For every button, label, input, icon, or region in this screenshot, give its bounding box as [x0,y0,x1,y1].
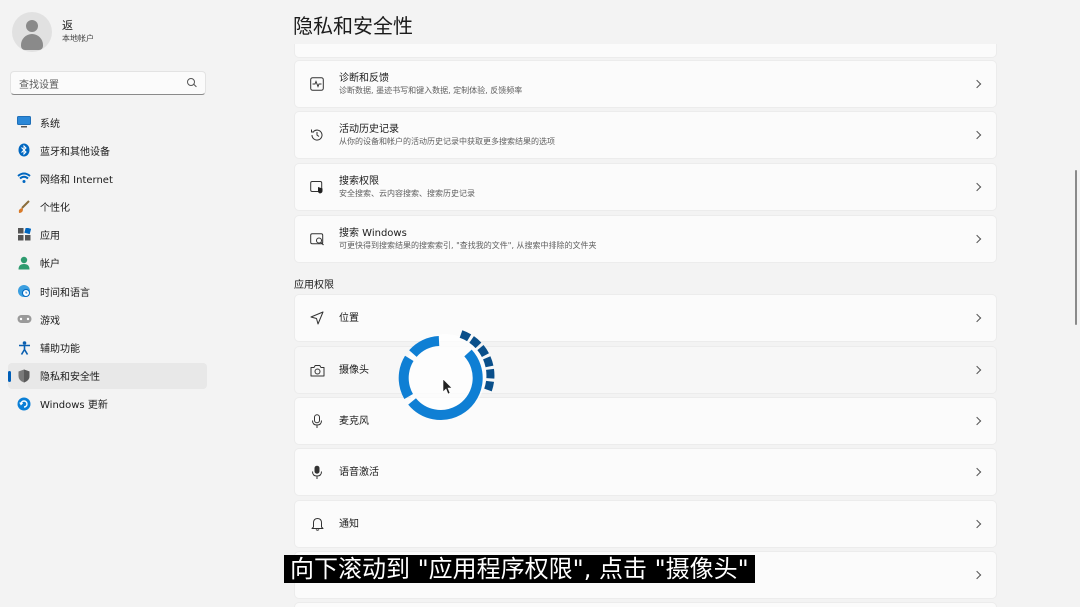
sidebar-item-system[interactable]: 系统 [8,109,207,135]
sidebar-item-gaming[interactable]: 游戏 [8,306,207,332]
settings-card-diagnostics[interactable]: 诊断和反馈 诊断数据, 墨迹书写和键入数据, 定制体验, 反馈频率 [294,60,997,108]
accessibility-icon [16,340,32,356]
location-icon [299,311,335,325]
sidebar-item-apps[interactable]: 应用 [8,222,207,248]
chevron-right-icon [972,416,982,426]
monitor-icon [16,114,32,130]
update-icon [16,396,32,412]
card-subtitle: 诊断数据, 墨迹书写和键入数据, 定制体验, 反馈频率 [339,85,523,95]
chevron-right-icon [972,79,982,89]
sidebar-item-label: 个性化 [40,203,70,215]
card-title: 搜索 Windows [339,227,407,239]
search-permission-icon [299,180,335,194]
sidebar-item-bluetooth[interactable]: 蓝牙和其他设备 [8,137,207,163]
user-account-type: 本地帐户 [62,34,94,43]
wifi-icon [16,170,32,186]
history-icon [299,128,335,142]
card-title: 诊断和反馈 [339,72,389,84]
scrollbar[interactable] [1075,170,1077,325]
bell-icon [299,517,335,531]
settings-card-notifications[interactable]: 通知 [294,500,997,548]
sidebar-item-privacy[interactable]: 隐私和安全性 [8,362,207,389]
sidebar-item-label: 辅助功能 [40,344,80,355]
search-windows-icon [299,232,335,246]
shield-icon [16,368,32,384]
settings-card-partial[interactable] [294,44,997,58]
sidebar-item-label: 应用 [40,231,60,243]
sidebar-nav: 系统 蓝牙和其他设备 网络和 Internet 个性化 应用 帐户 时间和语言 … [0,109,215,419]
page-title: 隐私和安全性 [293,14,413,38]
chevron-right-icon [972,313,982,323]
avatar [12,12,52,52]
sidebar-item-label: Windows 更新 [40,400,108,412]
diagnostics-icon [299,77,335,91]
person-icon [16,255,32,271]
card-title: 语音激活 [339,466,379,478]
sidebar-item-label: 时间和语言 [40,287,90,299]
search-input[interactable]: 查找设置 [10,71,206,95]
sidebar-item-update[interactable]: Windows 更新 [8,391,207,417]
card-title: 通知 [339,518,359,530]
chevron-right-icon [972,519,982,529]
user-profile[interactable]: 返 本地帐户 [12,12,94,52]
sidebar-item-personalization[interactable]: 个性化 [8,194,207,220]
chevron-right-icon [972,234,982,244]
search-icon [187,78,197,88]
settings-card-search-windows[interactable]: 搜索 Windows 可更快得到搜索结果的搜索索引, "查找我的文件", 从搜索… [294,215,997,263]
globe-clock-icon [16,283,32,299]
search-placeholder: 查找设置 [19,79,59,91]
sidebar-item-label: 帐户 [40,259,60,271]
apps-icon [16,227,32,243]
sidebar-item-accounts[interactable]: 帐户 [8,250,207,276]
video-caption: 向下滚动到 "应用程序权限", 点击 "摄像头" [284,555,755,583]
section-label-app-permissions: 应用权限 [294,280,334,291]
card-subtitle: 从你的设备和帐户的活动历史记录中获取更多搜索结果的选项 [339,136,555,146]
sidebar-item-time-language[interactable]: 时间和语言 [8,278,207,304]
sidebar-item-network[interactable]: 网络和 Internet [8,165,207,191]
chevron-right-icon [972,467,982,477]
sidebar-item-label: 系统 [40,118,60,130]
sidebar-item-label: 网络和 Internet [40,174,113,186]
bluetooth-icon [16,142,32,158]
sidebar-item-label: 隐私和安全性 [40,372,100,384]
card-subtitle: 安全搜索、云内容搜索、搜索历史记录 [339,188,475,198]
card-title: 搜索权限 [339,175,379,187]
settings-card-activity-history[interactable]: 活动历史记录 从你的设备和帐户的活动历史记录中获取更多搜索结果的选项 [294,111,997,159]
loading-spinner-icon [390,320,510,430]
microphone-icon [299,413,335,429]
chevron-right-icon [972,570,982,580]
voice-icon [299,465,335,480]
gamepad-icon [16,311,32,327]
sidebar-item-accessibility[interactable]: 辅助功能 [8,335,207,361]
settings-card-search-permissions[interactable]: 搜索权限 安全搜索、云内容搜索、搜索历史记录 [294,163,997,211]
settings-card-voice-activation[interactable]: 语音激活 [294,448,997,496]
sidebar-item-label: 游戏 [40,315,60,327]
card-title: 活动历史记录 [339,123,399,135]
card-subtitle: 可更快得到搜索结果的搜索索引, "查找我的文件", 从搜索中排除的文件夹 [339,240,597,250]
chevron-right-icon [972,365,982,375]
settings-card-partial-bottom[interactable] [294,602,997,607]
chevron-right-icon [972,130,982,140]
sidebar: 返 本地帐户 查找设置 系统 蓝牙和其他设备 网络和 Internet 个性化 … [0,0,215,607]
camera-icon [299,364,335,377]
chevron-right-icon [972,182,982,192]
sidebar-item-label: 蓝牙和其他设备 [40,146,110,158]
brush-icon [16,199,32,215]
user-name: 返 [62,19,73,32]
